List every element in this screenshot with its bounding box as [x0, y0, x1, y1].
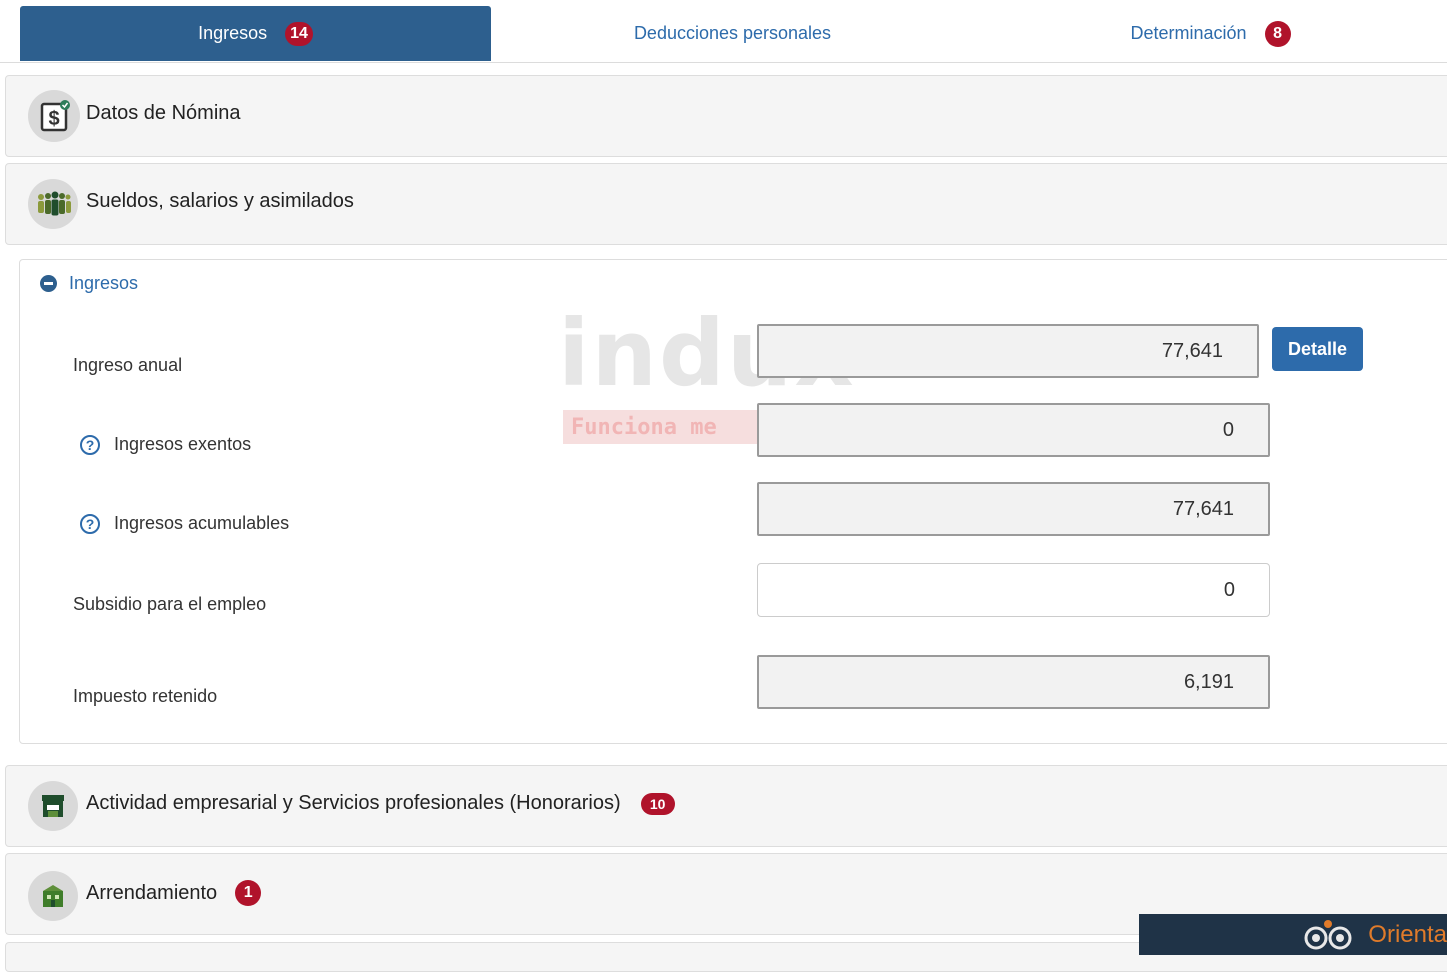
panel-arrendamiento-title: Arrendamiento — [86, 881, 218, 904]
ingresos-collapse-toggle[interactable]: Ingresos — [40, 273, 138, 294]
help-icon[interactable]: ? — [80, 513, 100, 534]
panel-datos-nomina[interactable]: $ Datos de Nómina — [5, 75, 1447, 157]
ingresos-acumulables-field: 77,641 — [757, 482, 1270, 536]
detalle-button[interactable]: Detalle — [1272, 327, 1363, 371]
ingresos-exentos-label: Ingresos exentos — [114, 434, 252, 454]
panel-arrendamiento-badge: 1 — [235, 880, 262, 906]
tab-determinacion-badge: 8 — [1264, 20, 1291, 47]
ingreso-anual-field: 77,641 — [757, 324, 1259, 378]
panel-arrendamiento-title-row: Arrendamiento 1 — [86, 880, 262, 906]
tab-ingresos-label: Ingresos — [198, 23, 268, 43]
minus-circle-icon — [40, 275, 57, 292]
orienta-widget-label: Orienta — [1368, 920, 1447, 948]
panel-datos-nomina-title: Datos de Nómina — [86, 102, 241, 124]
tab-determinacion[interactable]: Determinación 8 — [974, 6, 1447, 61]
tab-deducciones-personales[interactable]: Deducciones personales — [491, 6, 974, 61]
svg-text:$: $ — [48, 108, 59, 130]
impuesto-retenido-field: 6,191 — [757, 655, 1270, 709]
tab-ingresos-badge: 14 — [285, 21, 313, 46]
watermark-tagline: Funciona me — [563, 410, 763, 444]
ingresos-exentos-field: 0 — [757, 403, 1270, 457]
impuesto-retenido-label: Impuesto retenido — [73, 686, 218, 706]
ingresos-subpanel-title: Ingresos — [69, 273, 139, 293]
panel-actividad-empresarial[interactable]: Actividad empresarial y Servicios profes… — [5, 765, 1447, 847]
panel-sueldos[interactable]: Sueldos, salarios y asimilados — [5, 163, 1447, 245]
dollar-document-icon: $ — [28, 90, 80, 142]
store-icon — [28, 781, 78, 831]
tab-bar: Ingresos 14 Deducciones personales Deter… — [0, 0, 1447, 63]
panel-actividad-title-row: Actividad empresarial y Servicios profes… — [86, 792, 675, 815]
ingresos-acumulables-label: Ingresos acumulables — [114, 513, 290, 533]
owl-icon — [1300, 919, 1356, 950]
panel-sueldos-title: Sueldos, salarios y asimilados — [86, 190, 354, 212]
ingresos-acumulables-row: ? Ingresos acumulables — [80, 513, 289, 534]
tab-deducciones-label: Deducciones personales — [633, 23, 832, 43]
orienta-widget[interactable]: Orienta — [1139, 914, 1447, 955]
panel-actividad-title: Actividad empresarial y Servicios profes… — [86, 792, 621, 814]
building-icon — [28, 871, 78, 921]
subsidio-empleo-label: Subsidio para el empleo — [73, 594, 267, 614]
tab-ingresos[interactable]: Ingresos 14 — [20, 6, 491, 61]
ingreso-anual-label: Ingreso anual — [73, 355, 183, 375]
subsidio-empleo-input[interactable]: 0 — [757, 563, 1270, 617]
help-icon[interactable]: ? — [80, 434, 100, 455]
people-group-icon — [28, 179, 78, 229]
ingresos-exentos-row: ? Ingresos exentos — [80, 434, 251, 455]
tab-determinacion-label: Determinación — [1130, 23, 1247, 43]
panel-actividad-badge: 10 — [640, 792, 675, 815]
